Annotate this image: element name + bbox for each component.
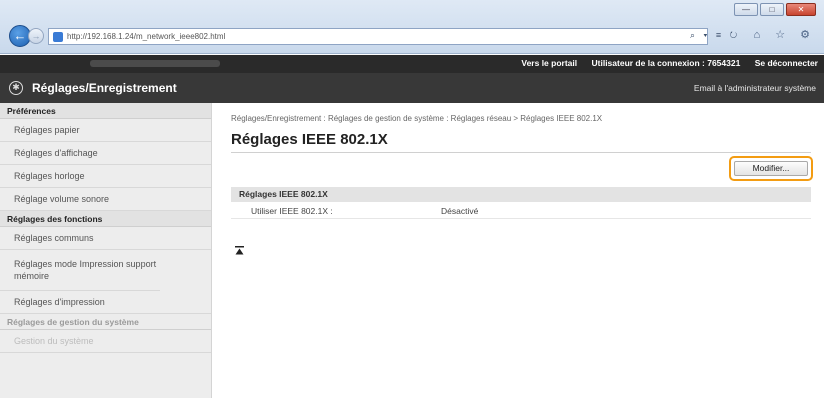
sidebar-heading-preferences: Préférences [0,103,211,119]
modify-button[interactable]: Modifier... [734,161,808,176]
app-title: Réglages/Enregistrement [32,81,177,95]
close-button[interactable]: ✕ [786,3,816,16]
breadcrumb: Réglages/Enregistrement : Réglages de ge… [231,114,603,123]
top-links: Vers le portail Utilisateur de la connex… [509,58,818,68]
address-tools[interactable]: ⌕ ▾ ≡ ↻ [690,30,740,41]
mail-admin-link[interactable]: Email à l'administrateur système [694,83,816,93]
sidebar-item-system-management[interactable]: Gestion du système [0,330,211,353]
back-to-top-icon[interactable] [235,246,244,255]
forward-arrow-icon[interactable]: → [28,28,44,44]
app-title-bar: ✱ Réglages/Enregistrement Email à l'admi… [0,73,824,103]
maximize-button[interactable]: □ [760,3,784,16]
browser-toolbar-icons[interactable]: ⌂ ☆ ⚙ [754,28,816,41]
setting-label: Utiliser IEEE 802.1X : [251,206,333,216]
settings-gear-icon: ✱ [9,81,23,95]
logout-link[interactable]: Se déconnecter [755,58,818,68]
sidebar-item-paper[interactable]: Réglages papier [0,119,211,142]
address-bar[interactable]: http://192.168.1.24/m_network_ieee802.ht… [48,28,708,45]
sidebar-item-volume[interactable]: Réglage volume sonore [0,188,211,211]
window-controls: — □ ✕ [734,3,816,16]
sidebar-item-common[interactable]: Réglages communs [0,227,211,250]
browser-chrome: — □ ✕ ← → http://192.168.1.24/m_network_… [0,0,824,54]
favicon-icon [53,32,63,42]
main-content: Réglages/Enregistrement : Réglages de ge… [228,103,818,398]
section-heading: Réglages IEEE 802.1X [231,187,811,202]
page-title: Réglages IEEE 802.1X [231,131,388,148]
sidebar-item-memory-print[interactable]: Réglages mode Impression support mémoire [0,250,160,291]
sidebar-item-print[interactable]: Réglages d'impression [0,291,211,314]
minimize-button[interactable]: — [734,3,758,16]
sidebar-item-display[interactable]: Réglages d'affichage [0,142,211,165]
device-name-redacted [90,60,220,67]
login-user-label: Utilisateur de la connexion : 7654321 [591,58,741,68]
url-text: http://192.168.1.24/m_network_ieee802.ht… [67,32,226,41]
sidebar-heading-system: Réglages de gestion du système [0,314,211,330]
title-divider [231,152,811,153]
setting-value: Désactivé [441,206,479,216]
top-nav-bar: Vers le portail Utilisateur de la connex… [0,55,824,73]
sidebar-heading-functions: Réglages des fonctions [0,211,211,227]
sidebar: Préférences Réglages papier Réglages d'a… [0,103,212,398]
table-row: Utiliser IEEE 802.1X : Désactivé [231,202,811,219]
sidebar-item-clock[interactable]: Réglages horloge [0,165,211,188]
portal-link[interactable]: Vers le portail [521,58,577,68]
modify-highlight: Modifier... [729,156,813,181]
